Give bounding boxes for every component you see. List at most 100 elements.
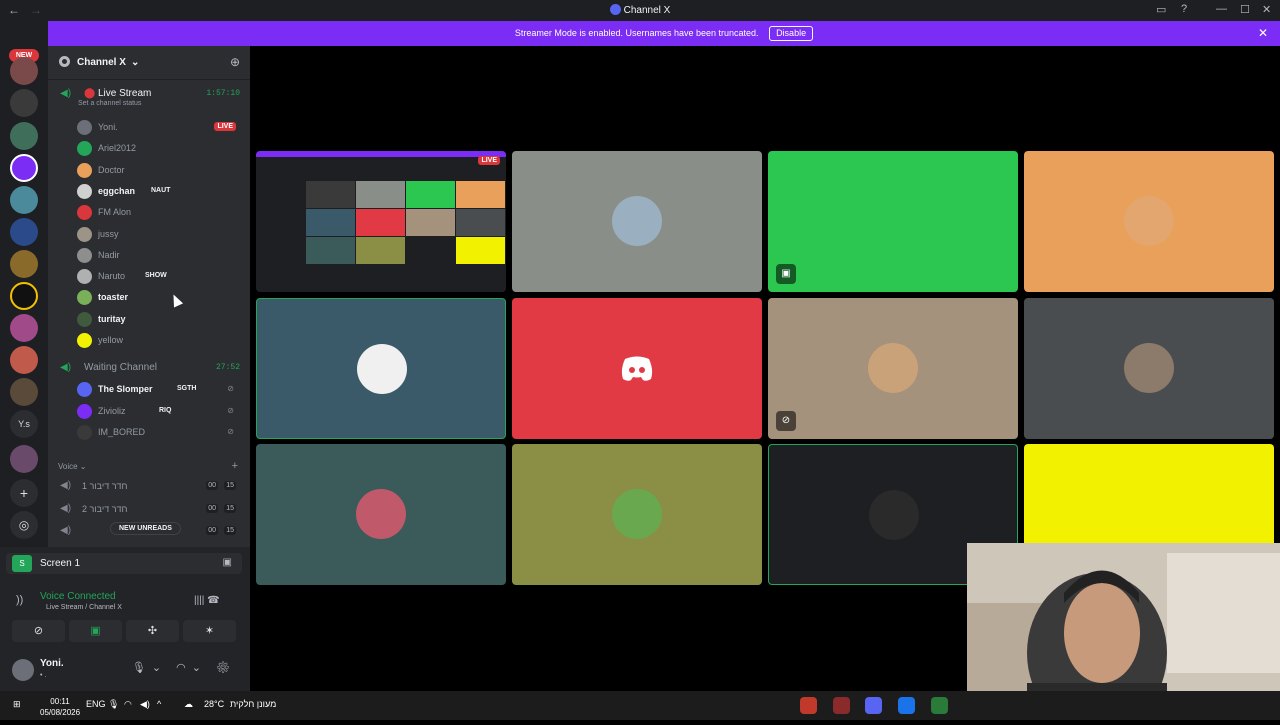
participant-tile[interactable] bbox=[1024, 151, 1274, 292]
participant-tile[interactable]: ▣ bbox=[768, 151, 1018, 292]
voice-user[interactable]: yellow bbox=[77, 331, 242, 350]
app-icon[interactable] bbox=[833, 697, 850, 714]
waiting-channel[interactable]: ◀) Waiting Channel 27:52 bbox=[52, 358, 246, 378]
voice-user[interactable]: Naruto SHOW bbox=[77, 267, 242, 286]
add-channel-icon[interactable]: + bbox=[232, 460, 238, 472]
current-user-status: • . bbox=[40, 672, 47, 679]
muted-icon: ⊘ bbox=[776, 410, 796, 431]
participant-tile[interactable] bbox=[512, 151, 762, 292]
mic-headphones-settings-icons[interactable]: 🎙⌄ ◠⌄ ⚙ bbox=[132, 661, 236, 674]
live-badge: LIVE bbox=[214, 122, 236, 131]
close-banner-icon[interactable]: ✕ bbox=[1258, 21, 1268, 46]
maximize-icon[interactable]: ☐ bbox=[1240, 3, 1250, 16]
close-window-icon[interactable]: ✕ bbox=[1262, 3, 1271, 16]
server-icon[interactable] bbox=[10, 378, 38, 406]
new-unreads-pill[interactable]: NEW UNREADS bbox=[110, 522, 181, 535]
chevron-up-icon[interactable]: ^ bbox=[157, 699, 161, 709]
voice-channel[interactable]: ◀) חדר דיבור 1 00 15 bbox=[52, 477, 246, 495]
voice-user[interactable]: Zivioliz ⊘ RIQ bbox=[77, 402, 242, 421]
current-username[interactable]: Yoni. bbox=[40, 658, 64, 669]
camera-off-button[interactable]: ⊘ bbox=[12, 620, 65, 642]
user-count: 00 bbox=[206, 481, 218, 490]
app-icon[interactable] bbox=[800, 697, 817, 714]
voice-username: Naruto bbox=[98, 271, 126, 282]
channel-header[interactable]: Channel X ⌄ ⊕ bbox=[48, 46, 250, 80]
avatar bbox=[868, 342, 918, 393]
voice-user[interactable]: FM Alon bbox=[77, 203, 242, 222]
weather-icon[interactable]: ☁ bbox=[184, 699, 193, 710]
voice-user[interactable]: turitay bbox=[77, 310, 242, 329]
participant-tile[interactable] bbox=[512, 444, 762, 585]
outlook-icon[interactable] bbox=[898, 697, 915, 714]
speaker-icon: ◀) bbox=[60, 525, 72, 536]
server-ys[interactable]: Y.s bbox=[10, 410, 38, 438]
voice-user[interactable]: jussy bbox=[77, 225, 242, 244]
server-icon[interactable] bbox=[10, 218, 38, 246]
network-icon[interactable]: ◠ bbox=[124, 699, 132, 710]
weather-text[interactable]: מעונן חלקית bbox=[230, 699, 276, 709]
voice-channel[interactable]: ◀) חדר דיבור 2 00 15 bbox=[52, 500, 246, 518]
voice-user[interactable]: IM_BORED ⊘ bbox=[77, 423, 242, 442]
soundboard-button[interactable]: ✶ bbox=[183, 620, 236, 642]
server-icon[interactable] bbox=[10, 250, 38, 278]
live-stream-channel[interactable]: ◀) ⬤ Live Stream 1:57:10 Set a channel s… bbox=[52, 84, 246, 107]
mic-icon[interactable]: 🎙 bbox=[108, 699, 119, 710]
server-icon[interactable] bbox=[10, 186, 38, 214]
server-icon[interactable] bbox=[10, 346, 38, 374]
voice-user[interactable]: Yoni. LIVE bbox=[77, 118, 242, 137]
voice-user[interactable]: toaster bbox=[77, 288, 242, 307]
participant-tile[interactable] bbox=[256, 297, 506, 439]
language-indicator[interactable]: ENG bbox=[86, 699, 106, 709]
voice-username: eggchan bbox=[98, 185, 136, 196]
discord-taskbar-icon[interactable] bbox=[865, 697, 882, 714]
server-icon[interactable] bbox=[10, 89, 38, 117]
server-icon[interactable] bbox=[10, 282, 38, 310]
voice-user[interactable]: eggchan NAUT bbox=[77, 182, 242, 201]
add-user-icon[interactable]: ⊕ bbox=[230, 55, 240, 69]
voice-category[interactable]: Voice ⌄ bbox=[58, 462, 87, 471]
activities-button[interactable]: ✣ bbox=[126, 620, 179, 642]
screen-share-button[interactable]: ▣ bbox=[69, 620, 122, 642]
noise-and-disconnect-icons[interactable]: |||| ☎ bbox=[194, 595, 220, 606]
windows-start-icon[interactable]: ⊞ bbox=[13, 699, 21, 710]
signal-icon[interactable]: )) bbox=[16, 594, 23, 606]
add-server-icon[interactable]: + bbox=[10, 479, 38, 507]
close-screen-icon[interactable]: ▣ bbox=[223, 557, 232, 568]
server-folder-icon[interactable] bbox=[10, 445, 38, 473]
stream-preview-cell bbox=[356, 181, 405, 208]
channel-status-hint[interactable]: Set a channel status bbox=[78, 100, 141, 107]
voice-connected-label[interactable]: Voice Connected bbox=[40, 591, 116, 602]
help-icon[interactable]: ? bbox=[1181, 3, 1187, 15]
stream-tile[interactable]: LIVE bbox=[256, 151, 506, 292]
avatar bbox=[77, 226, 92, 242]
inbox-icon[interactable]: ▭ bbox=[1156, 3, 1166, 16]
voice-user[interactable]: The Slomper ⊘ SGTH bbox=[77, 380, 242, 399]
minimize-icon[interactable]: — bbox=[1216, 3, 1227, 15]
discover-icon[interactable]: ◎ bbox=[10, 511, 38, 539]
voice-user[interactable]: Ariel2012 bbox=[77, 139, 242, 158]
voice-user[interactable]: Nadir bbox=[77, 246, 242, 265]
user-limit: 15 bbox=[224, 526, 236, 535]
voice-connected-channel[interactable]: Live Stream / Channel X bbox=[46, 604, 122, 611]
server-icon[interactable] bbox=[10, 154, 38, 182]
avatar bbox=[356, 489, 406, 539]
server-icon[interactable] bbox=[10, 314, 38, 342]
server-icon[interactable] bbox=[10, 57, 38, 85]
voice-user[interactable]: Doctor bbox=[77, 161, 242, 180]
participant-tile[interactable]: ⊘ bbox=[768, 297, 1018, 439]
volume-icon[interactable]: ◀) bbox=[140, 699, 150, 710]
screen-label: Screen 1 bbox=[40, 558, 81, 569]
avatar[interactable] bbox=[12, 659, 34, 681]
stream-preview-cell bbox=[356, 209, 405, 236]
store-icon[interactable] bbox=[931, 697, 948, 714]
voice-username: jussy bbox=[98, 228, 119, 239]
live-badge: LIVE bbox=[478, 156, 500, 165]
clock[interactable]: 00:11 05/08/2026 bbox=[40, 696, 80, 718]
participant-tile[interactable] bbox=[512, 297, 762, 439]
participant-tile[interactable] bbox=[256, 444, 506, 585]
participant-tile[interactable] bbox=[1024, 297, 1274, 439]
weather-temp[interactable]: 28°C bbox=[204, 699, 224, 709]
disable-streamer-button[interactable]: Disable bbox=[769, 26, 814, 41]
discord-logo-icon bbox=[621, 356, 653, 381]
server-icon[interactable] bbox=[10, 122, 38, 150]
